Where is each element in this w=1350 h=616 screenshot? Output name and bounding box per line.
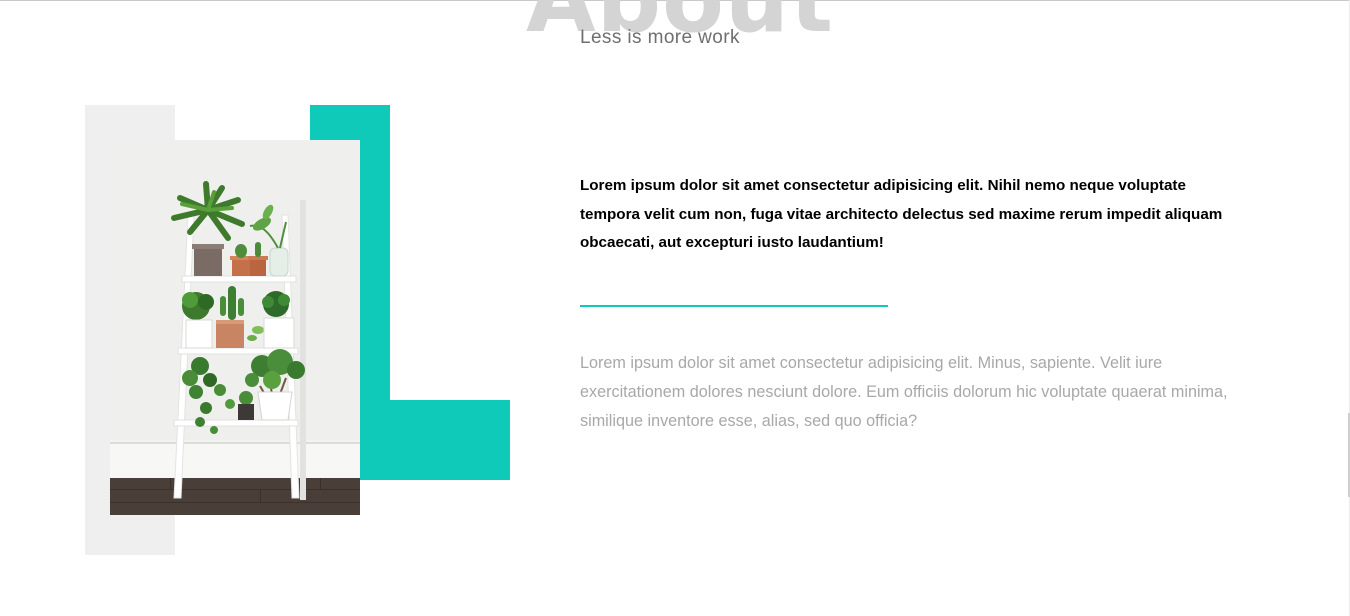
- plant-shelf-photo: [110, 140, 360, 515]
- body-paragraph: Lorem ipsum dolor sit amet consectetur a…: [580, 354, 1228, 430]
- decorative-teal-foot: [360, 400, 510, 480]
- lead-paragraph: Lorem ipsum dolor sit amet consectetur a…: [580, 177, 1223, 251]
- accent-divider: [580, 305, 888, 307]
- section-subtitle: Less is more work: [580, 27, 740, 48]
